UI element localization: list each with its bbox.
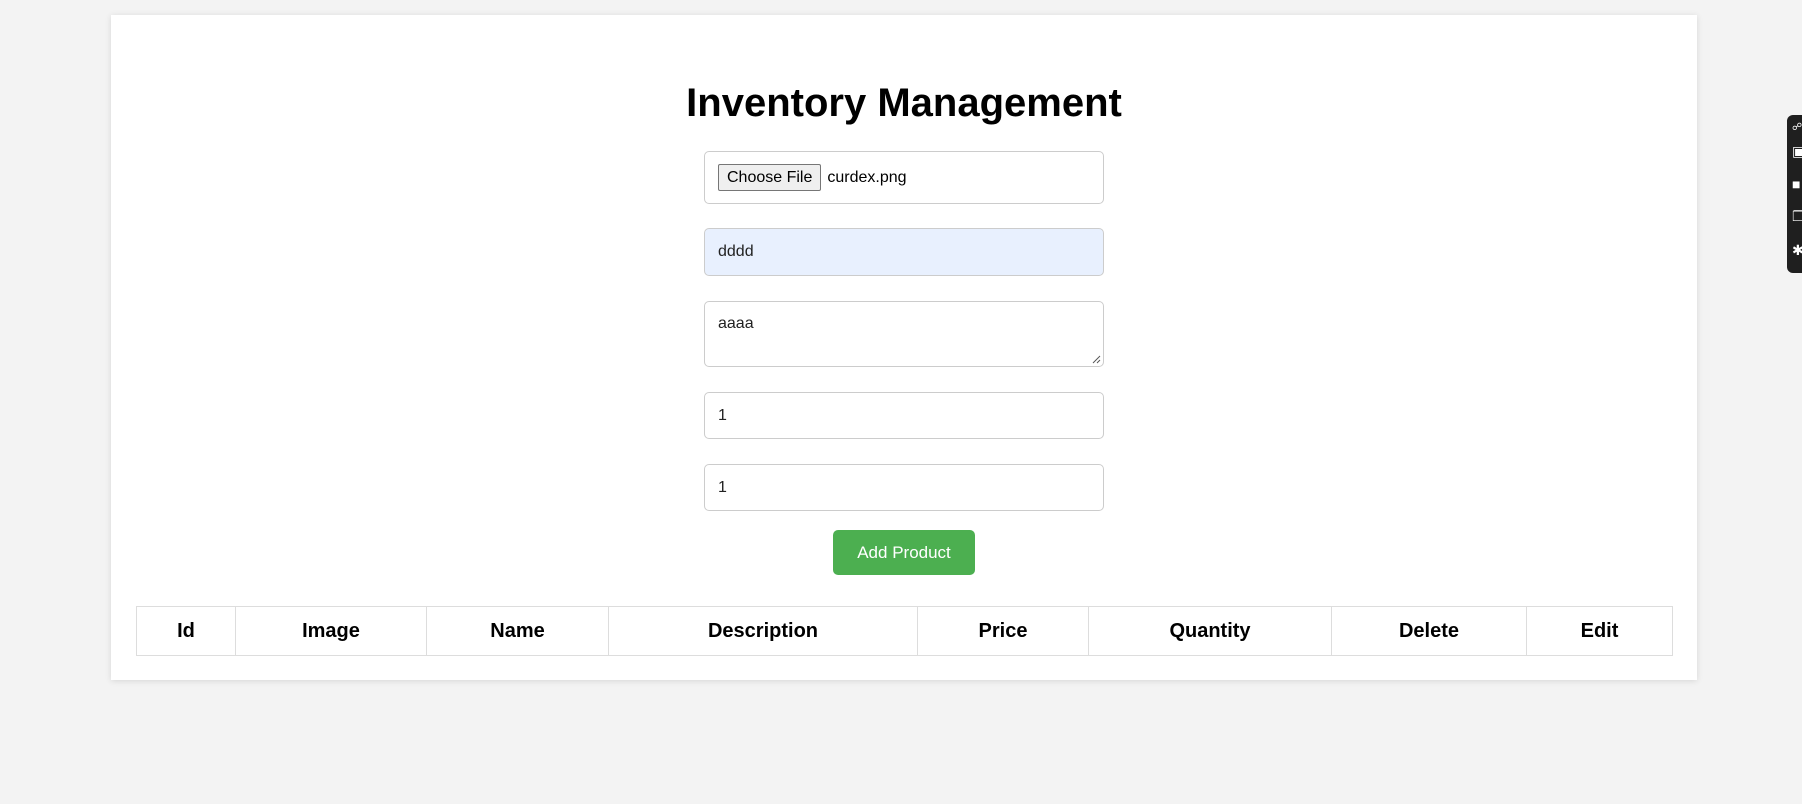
column-header-delete: Delete <box>1331 606 1527 656</box>
column-header-price: Price <box>917 606 1089 656</box>
column-header-quantity: Quantity <box>1088 606 1332 656</box>
resize-handle-icon[interactable] <box>1091 354 1101 364</box>
table-header-row: Id Image Name Description Price Quantity… <box>136 606 1673 656</box>
product-price-input[interactable]: 1 <box>704 392 1104 439</box>
column-header-edit: Edit <box>1526 606 1673 656</box>
column-header-description: Description <box>608 606 918 656</box>
side-toolbar: ☍ ▣ ■ ❐ ✱ <box>1787 115 1802 273</box>
selected-file-name: curdex.png <box>827 168 907 186</box>
choose-file-button[interactable]: Choose File <box>718 164 822 191</box>
product-quantity-value: 1 <box>718 478 727 496</box>
product-quantity-input[interactable]: 1 <box>704 464 1104 511</box>
image-file-input[interactable]: Choose File curdex.png <box>704 151 1104 204</box>
product-name-value: dddd <box>718 243 754 260</box>
product-description-textarea[interactable]: aaaa <box>704 301 1104 367</box>
product-description-value: aaaa <box>718 315 754 332</box>
column-header-name: Name <box>426 606 609 656</box>
link-icon[interactable]: ☍ <box>1792 121 1802 135</box>
square-icon[interactable]: ■ <box>1792 177 1802 191</box>
page-title: Inventory Management <box>686 81 1122 125</box>
main-card: Inventory Management Choose File curdex.… <box>111 15 1697 680</box>
inventory-table: Id Image Name Description Price Quantity… <box>136 606 1673 656</box>
add-product-button[interactable]: Add Product <box>833 530 975 575</box>
product-price-value: 1 <box>718 406 727 424</box>
copy-icon[interactable]: ❐ <box>1792 209 1802 223</box>
camera-icon[interactable]: ▣ <box>1792 144 1802 158</box>
gear-icon[interactable]: ✱ <box>1792 243 1802 257</box>
product-name-input[interactable]: dddd <box>704 228 1104 276</box>
column-header-id: Id <box>136 606 236 656</box>
column-header-image: Image <box>235 606 427 656</box>
